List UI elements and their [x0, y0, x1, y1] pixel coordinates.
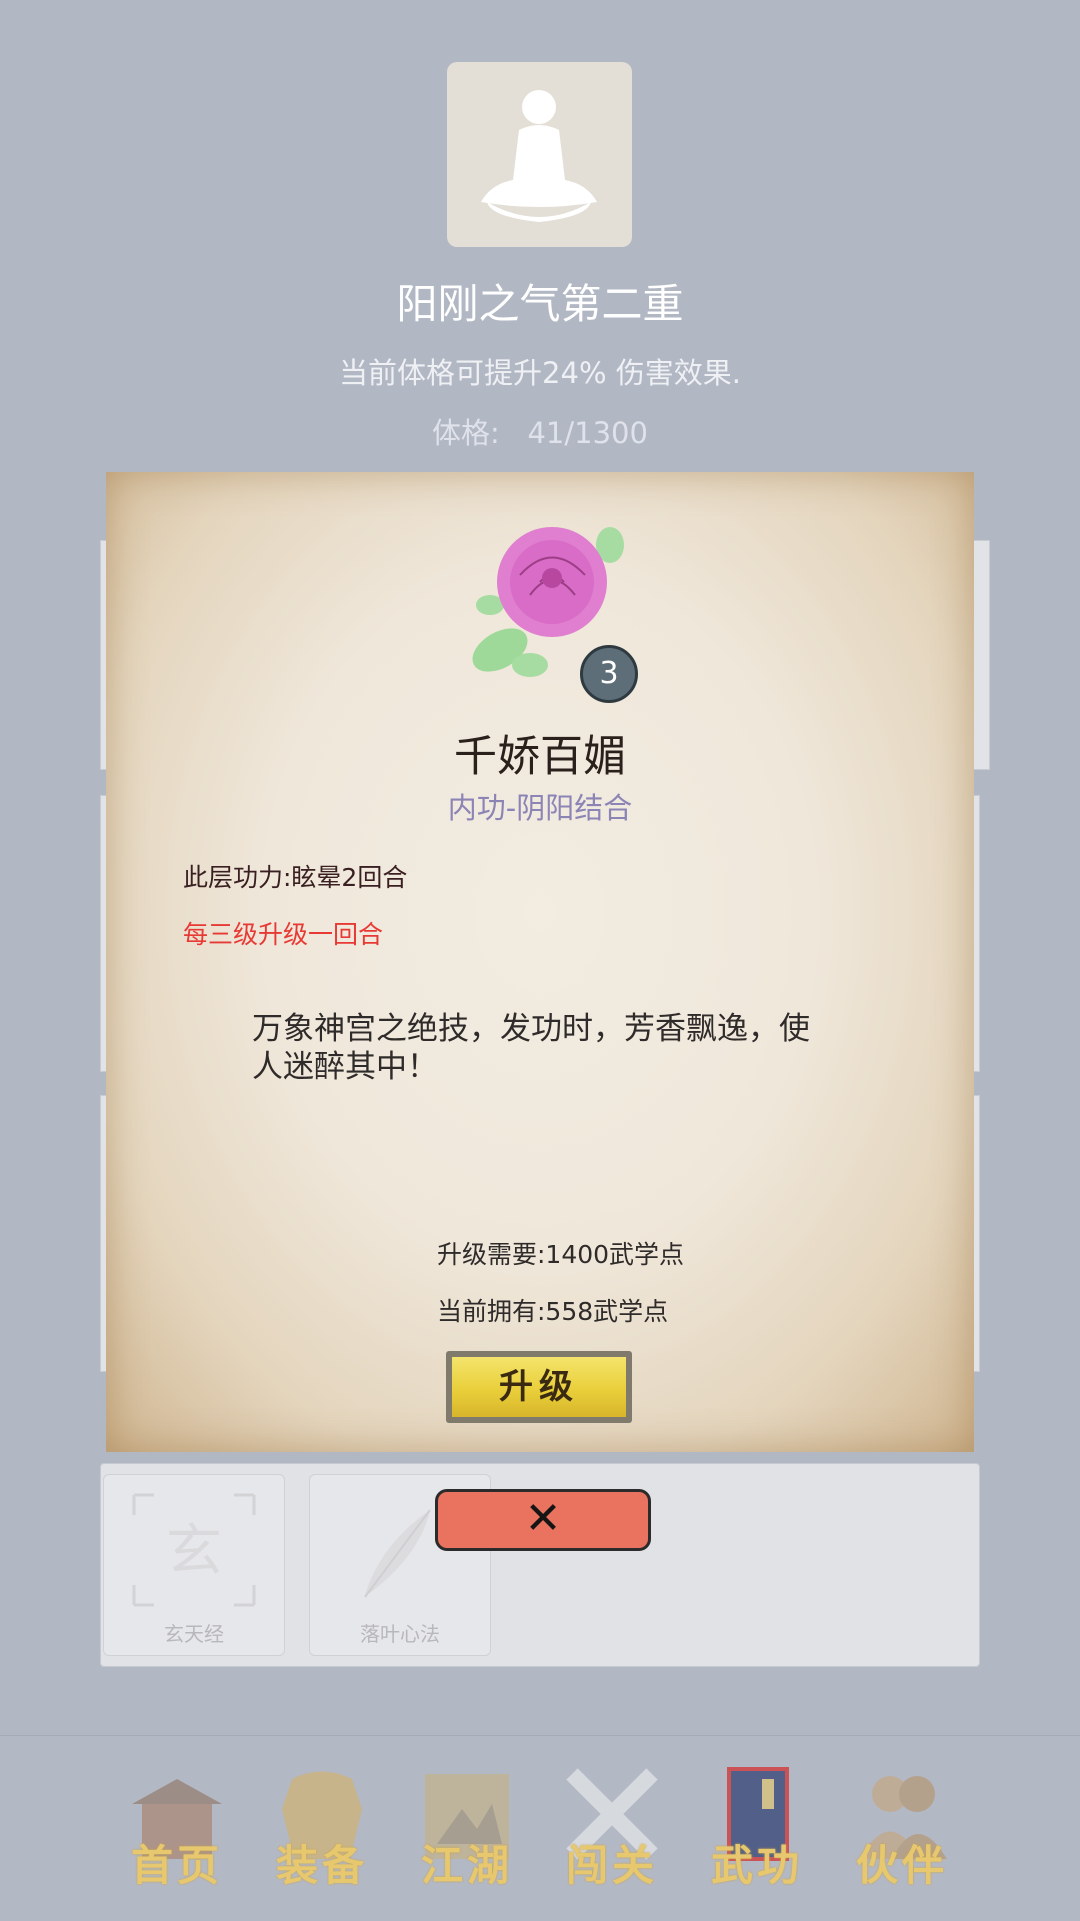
svg-text:玄: 玄	[166, 1519, 222, 1584]
xuan-seal-icon: 玄	[132, 1493, 256, 1607]
skill-description: 万象神宫之绝技，发功时，芳香飘逸，使人迷醉其中！	[252, 1011, 810, 1085]
close-button[interactable]: ✕	[435, 1489, 651, 1551]
upgrade-button-label: 升级	[452, 1357, 626, 1417]
nav-item-challenge[interactable]: 闯关	[552, 1764, 672, 1894]
upgrade-cost: 升级需要:1400武学点	[437, 1240, 685, 1269]
stat-value: 41/1300	[527, 416, 648, 450]
nav-label: 武功	[710, 1841, 803, 1890]
stat-label: 体格:	[432, 416, 500, 450]
skill-effect: 此层功力:眩晕2回合	[183, 863, 408, 892]
skill-avatar	[447, 62, 632, 247]
nav-item-partners[interactable]: 伙伴	[842, 1764, 962, 1894]
nav-label: 伙伴	[855, 1841, 948, 1890]
nav-item-equipment[interactable]: 装备	[262, 1764, 382, 1894]
skill-card-label: 落叶心法	[360, 1622, 440, 1646]
page-title: 阳刚之气第二重	[396, 280, 684, 328]
nav-item-martial-arts[interactable]: 武功	[697, 1764, 817, 1894]
current-points: 当前拥有:558武学点	[437, 1297, 669, 1326]
upgrade-note: 每三级升级一回合	[183, 920, 384, 949]
level-badge: 3	[580, 645, 638, 703]
close-icon: ✕	[524, 1493, 562, 1544]
skill-type: 内功-阴阳结合	[447, 791, 633, 825]
bottom-nav: 首页 装备 江湖 闯关 武功 伙伴	[0, 1735, 1080, 1921]
skill-name: 千娇百媚	[454, 732, 626, 782]
skill-card[interactable]: 玄 玄天经	[103, 1474, 285, 1656]
nav-label: 闯关	[565, 1841, 658, 1890]
nav-label: 装备	[275, 1841, 368, 1890]
nav-label: 江湖	[420, 1841, 513, 1890]
nav-item-jianghu[interactable]: 江湖	[407, 1764, 527, 1894]
stat-line: 体格: 41/1300	[0, 410, 1080, 452]
meditation-icon	[481, 90, 597, 222]
page-subtitle: 当前体格可提升24% 伤害效果.	[339, 356, 741, 390]
skill-card-label: 玄天经	[164, 1622, 224, 1646]
nav-item-home[interactable]: 首页	[117, 1764, 237, 1894]
nav-label: 首页	[130, 1841, 223, 1890]
upgrade-button[interactable]: 升级	[446, 1351, 632, 1423]
